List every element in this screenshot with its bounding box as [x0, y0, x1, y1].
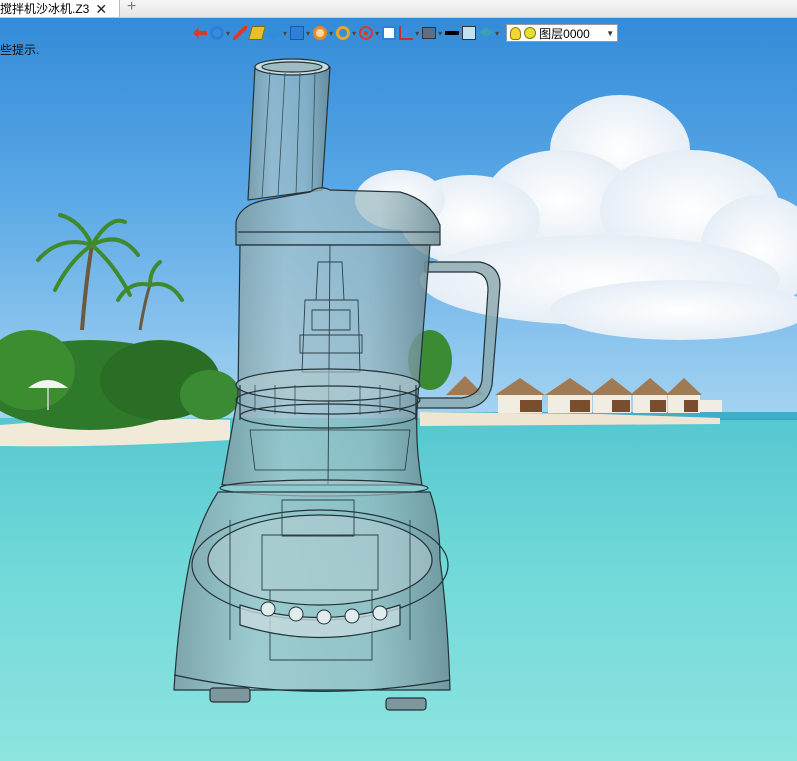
zoom-icon: [336, 26, 351, 40]
layer-name: 图层0000: [539, 26, 590, 41]
chevron-down-icon[interactable]: ▾: [352, 29, 356, 38]
color-swatch-icon: [462, 26, 477, 40]
view-toolbar: ▾ ▾ ▾ ▾ ▾ ▾ ▾ ▾ ▾ 图层0000 ▼: [193, 22, 619, 44]
orbit-icon: [313, 26, 328, 40]
document-tab-bar: 搅拌机沙冰机.Z3 ✕ +: [0, 0, 797, 18]
close-tab-icon[interactable]: ✕: [95, 2, 107, 16]
chevron-down-icon[interactable]: ▾: [306, 29, 310, 38]
pan-tool[interactable]: ▾: [359, 23, 379, 43]
chevron-down-icon[interactable]: ▾: [226, 29, 230, 38]
cube-icon: [267, 26, 282, 40]
display-icon: [422, 27, 437, 39]
chevron-down-icon[interactable]: ▼: [606, 29, 614, 38]
document-tab-title: 搅拌机沙冰机.Z3: [0, 2, 90, 16]
exit-view-tool[interactable]: [193, 23, 207, 43]
chevron-down-icon[interactable]: ▾: [415, 29, 419, 38]
layer-manager-tool[interactable]: ▾: [479, 23, 499, 43]
axis-tool[interactable]: ▾: [399, 23, 419, 43]
layer-manager-icon: [479, 27, 494, 38]
pen-icon: [233, 26, 248, 40]
layer-selector[interactable]: 图层0000 ▼: [506, 24, 619, 42]
view-cube-tool[interactable]: ▾: [290, 23, 310, 43]
pan-icon: [359, 26, 374, 40]
render-mode-icon: [210, 26, 224, 40]
color-swatch-tool[interactable]: [462, 23, 477, 43]
render-mode-tool[interactable]: ▾: [210, 23, 230, 43]
layer-color-dot-icon: [524, 27, 537, 39]
select-window-tool[interactable]: [382, 23, 397, 43]
chevron-down-icon[interactable]: ▾: [329, 29, 333, 38]
orbit-tool[interactable]: ▾: [313, 23, 333, 43]
line-style-icon: [445, 31, 460, 35]
hint-text: 些提示.: [0, 43, 40, 57]
chevron-down-icon[interactable]: ▾: [438, 29, 442, 38]
zoom-tool[interactable]: ▾: [336, 23, 356, 43]
chevron-down-icon[interactable]: ▾: [495, 29, 499, 38]
exit-view-icon: [193, 27, 207, 39]
shaded-box-tool[interactable]: [248, 23, 266, 43]
chevron-down-icon[interactable]: ▾: [375, 29, 379, 38]
shaded-box-icon: [248, 26, 266, 40]
document-tab[interactable]: 搅拌机沙冰机.Z3 ✕: [0, 0, 120, 17]
new-tab-button[interactable]: +: [127, 0, 136, 16]
cube-tool[interactable]: ▾: [267, 23, 287, 43]
line-style-tool[interactable]: [445, 23, 460, 43]
chevron-down-icon[interactable]: ▾: [283, 29, 287, 38]
scene-canvas: [0, 18, 797, 761]
lightbulb-icon[interactable]: [510, 26, 522, 40]
pen-tool[interactable]: [233, 23, 248, 43]
axis-icon: [399, 26, 414, 40]
select-window-icon: [382, 26, 397, 40]
display-tool[interactable]: ▾: [422, 23, 442, 43]
view-cube-icon: [290, 26, 305, 40]
3d-viewport[interactable]: 些提示.: [0, 18, 797, 761]
